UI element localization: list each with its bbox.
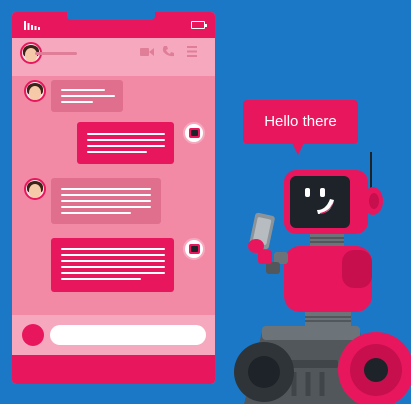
- phone-bottom-bar: [12, 355, 215, 384]
- robot-waist: [305, 312, 351, 326]
- call-icon[interactable]: [162, 45, 175, 58]
- attach-button[interactable]: [22, 324, 44, 346]
- user-avatar: [24, 178, 46, 200]
- outgoing-message-bubble: [77, 122, 174, 164]
- contact-name-placeholder: [35, 52, 77, 55]
- robot-neck: [310, 234, 344, 246]
- user-avatar: [24, 80, 46, 102]
- signal-icon: [24, 21, 40, 30]
- incoming-message-bubble: [51, 178, 161, 224]
- chat-header: [12, 38, 215, 76]
- robot-avatar: [183, 122, 205, 144]
- speech-bubble: Hello there: [243, 100, 358, 144]
- menu-icon[interactable]: [187, 46, 197, 57]
- message-composer: [12, 315, 215, 355]
- phone-notch: [67, 12, 155, 20]
- robot-eye-right: [320, 188, 325, 197]
- robot-hand: [248, 239, 264, 253]
- robot-arm: [258, 250, 288, 274]
- robot-avatar: [183, 238, 205, 260]
- illustration-scene: Hello there: [0, 0, 411, 404]
- status-bar: [12, 12, 215, 38]
- message-input[interactable]: [50, 325, 206, 345]
- battery-icon: [191, 21, 207, 29]
- robot-eye-left: [305, 188, 310, 197]
- robot-illustration: [234, 152, 411, 404]
- robot-screen: [290, 176, 350, 228]
- incoming-message-bubble: [51, 80, 123, 112]
- video-icon[interactable]: [140, 47, 154, 57]
- outgoing-message-bubble: [51, 238, 174, 292]
- robot-shoulder: [342, 250, 372, 288]
